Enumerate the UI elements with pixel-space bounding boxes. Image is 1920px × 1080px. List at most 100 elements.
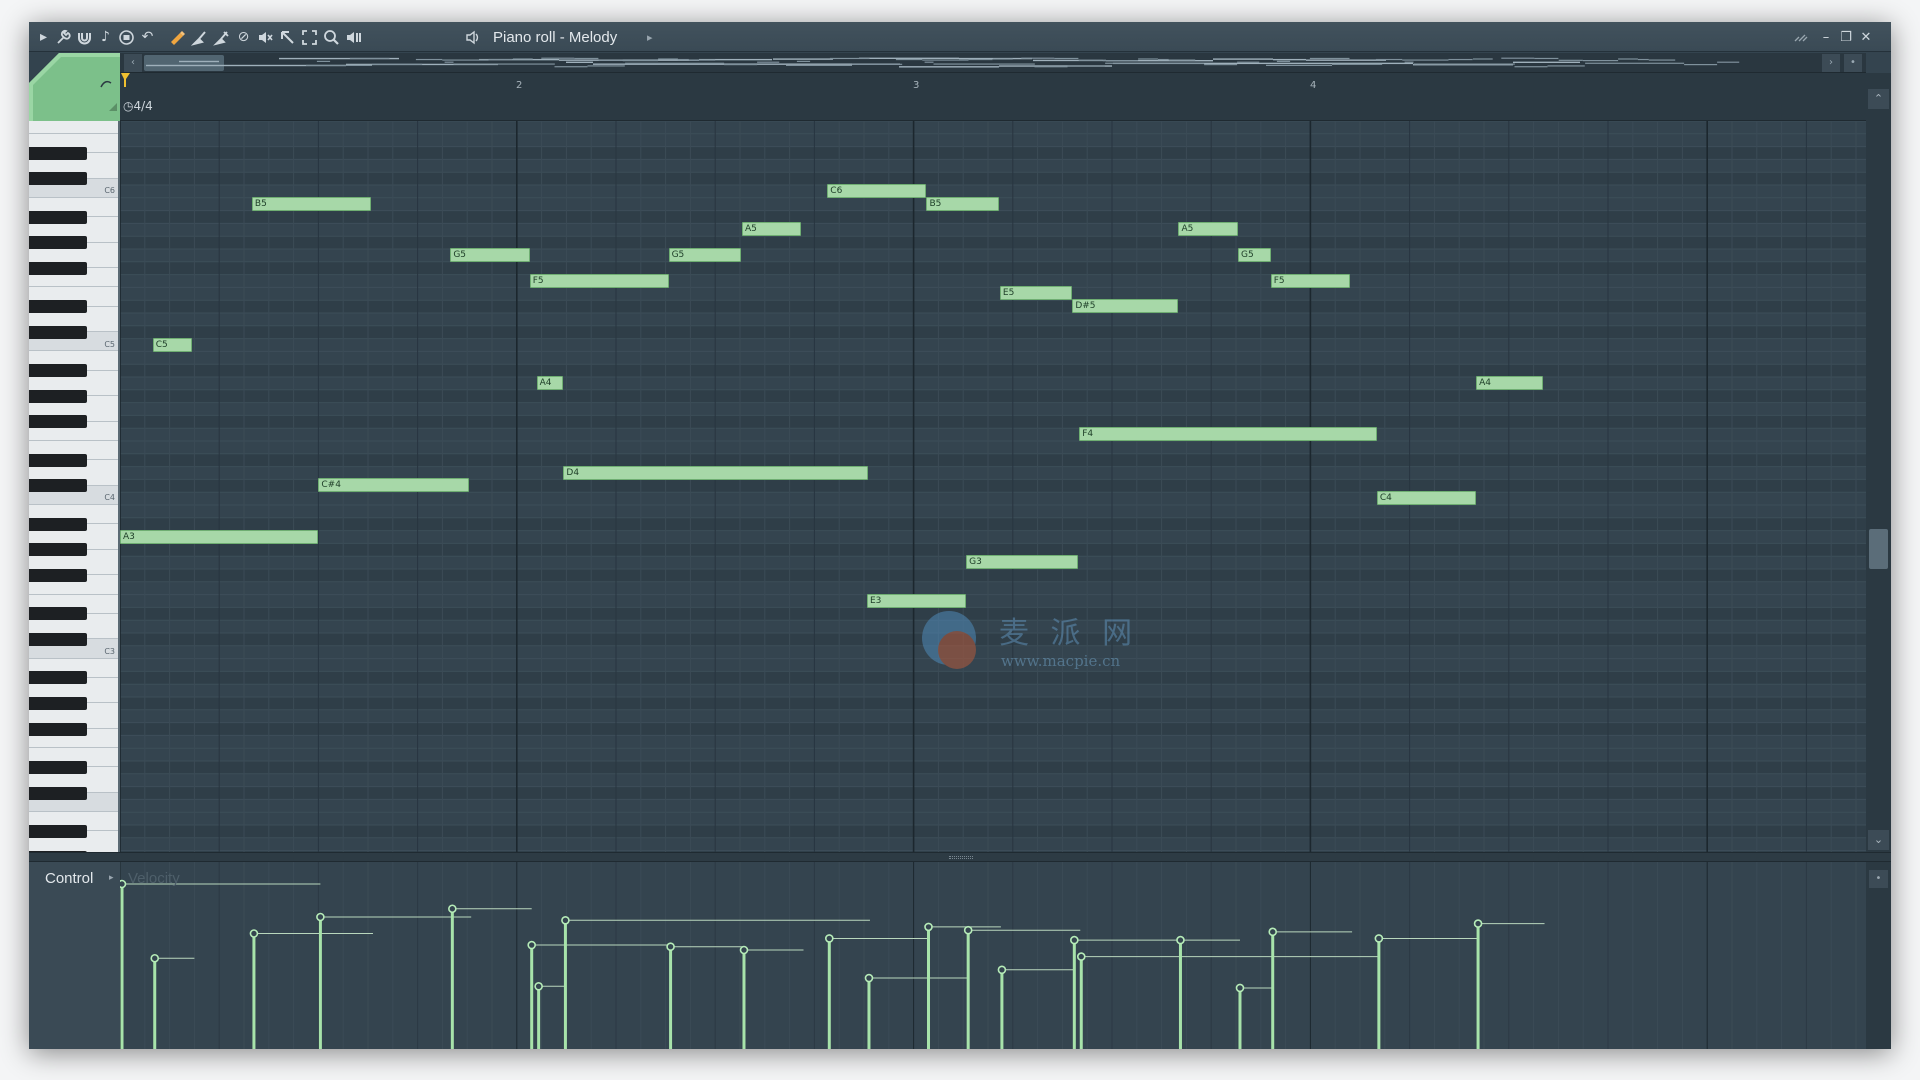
note-grid[interactable]: A3 C5 B5 C#4 G5 F5 A4 D4 G5 A5 C6 E3 B5 G3 E5 D#5 F4 A5 G5… (120, 121, 1866, 852)
black-key[interactable] (29, 236, 87, 250)
velocity-handle[interactable] (527, 940, 536, 950)
black-key[interactable] (29, 172, 87, 186)
note[interactable]: E5 (999, 286, 1073, 301)
black-key[interactable] (29, 517, 87, 531)
title-menu-arrow-icon[interactable]: ▸ (647, 29, 653, 46)
black-key[interactable] (29, 389, 87, 403)
black-key[interactable] (29, 146, 87, 160)
note[interactable]: C4 (1376, 491, 1477, 506)
velocity-handle[interactable] (666, 942, 675, 951)
black-key[interactable] (29, 697, 87, 710)
splitter-grip[interactable] (949, 856, 973, 859)
minimize-icon[interactable]: – (1818, 29, 1834, 46)
note[interactable]: E3 (866, 593, 967, 608)
black-key[interactable] (29, 633, 87, 646)
note-icon[interactable]: ♪ (97, 29, 114, 46)
note[interactable]: A5 (741, 222, 802, 237)
note[interactable]: F4 (1079, 427, 1377, 442)
note[interactable]: G3 (966, 555, 1079, 570)
panel-splitter[interactable] (29, 852, 1891, 862)
control-menu-arrow-icon[interactable]: ▸ (109, 873, 114, 883)
note[interactable]: D4 (563, 465, 868, 480)
note[interactable]: F5 (529, 273, 669, 288)
overview-scrollbar[interactable]: ‹ › • (120, 53, 1866, 73)
vertical-scrollbar[interactable]: ⌃ ⌄ (1866, 73, 1891, 852)
scroll-up-icon[interactable]: ⌃ (1868, 89, 1889, 109)
black-key[interactable] (29, 364, 87, 378)
note[interactable]: A3 (120, 529, 319, 544)
velocity-handle[interactable] (1268, 927, 1278, 937)
note[interactable]: A4 (1476, 376, 1543, 390)
note[interactable]: C5 (152, 337, 193, 352)
pencil-icon[interactable] (169, 29, 186, 46)
restore-icon[interactable]: ❐ (1838, 29, 1854, 46)
black-key[interactable] (29, 453, 87, 467)
brush-icon[interactable] (190, 29, 208, 46)
select-icon[interactable] (301, 29, 318, 46)
slip-icon[interactable] (279, 29, 296, 46)
scroll-left-icon[interactable]: ‹ (124, 54, 142, 72)
note[interactable]: B5 (251, 196, 371, 211)
time-signature[interactable]: ◷4/4 (123, 99, 153, 113)
note[interactable]: A4 (536, 376, 564, 390)
velocity-handle[interactable] (1235, 983, 1245, 993)
piano-keyboard[interactable]: C6 C5 C4 C3 (29, 121, 120, 852)
velocity-handle[interactable] (1076, 952, 1086, 961)
control-label[interactable]: Control (45, 870, 93, 887)
velocity-handle[interactable] (120, 879, 127, 889)
black-key[interactable] (29, 722, 87, 736)
black-key[interactable] (29, 300, 87, 314)
velocity-handle[interactable] (249, 929, 259, 938)
note[interactable]: D#5 (1072, 299, 1179, 314)
note[interactable]: A5 (1178, 222, 1238, 237)
velocity-handle[interactable] (924, 922, 933, 932)
velocity-handle[interactable] (739, 945, 749, 955)
velocity-handle[interactable] (1070, 935, 1079, 945)
black-key[interactable] (29, 261, 87, 275)
velocity-handle[interactable] (448, 904, 457, 914)
black-key[interactable] (29, 825, 87, 838)
note[interactable]: C#4 (318, 478, 470, 493)
black-key[interactable] (29, 210, 87, 224)
timeline[interactable]: 2 3 4 ◷4/4 (120, 73, 1866, 121)
control-options-icon[interactable]: • (1869, 870, 1888, 888)
black-key[interactable] (29, 671, 87, 685)
overview-menu-icon[interactable]: • (1844, 54, 1862, 72)
black-key[interactable] (29, 761, 87, 774)
velocity-handle[interactable] (1374, 934, 1384, 943)
record-icon[interactable] (118, 29, 135, 46)
velocity-handle[interactable] (963, 925, 973, 935)
velocity-handle[interactable] (997, 965, 1007, 975)
play-arrow-icon[interactable]: ▸ (35, 29, 52, 46)
black-key[interactable] (29, 786, 87, 800)
black-key[interactable] (29, 415, 87, 429)
song-position-marker[interactable] (121, 73, 131, 87)
note[interactable]: B5 (926, 196, 999, 211)
scroll-thumb[interactable] (1869, 529, 1888, 569)
speaker-mute-icon[interactable] (257, 29, 274, 46)
mute-icon[interactable]: ⊘ (235, 29, 252, 46)
speaker-icon[interactable] (465, 29, 482, 46)
velocity-handle[interactable] (824, 934, 834, 943)
velocity-handle[interactable] (1473, 919, 1483, 928)
window-title[interactable]: Piano roll - Melody (493, 29, 617, 46)
note[interactable]: G5 (1237, 248, 1271, 262)
black-key[interactable] (29, 479, 87, 493)
note[interactable]: F5 (1270, 273, 1351, 288)
delete-icon[interactable] (213, 29, 230, 46)
velocity-handle[interactable] (864, 973, 874, 983)
magnet-icon[interactable] (76, 29, 93, 46)
velocity-handle[interactable] (316, 912, 325, 922)
wrench-icon[interactable] (55, 29, 72, 46)
note[interactable]: C6 (827, 184, 927, 198)
scroll-right-icon[interactable]: › (1822, 54, 1840, 72)
black-key[interactable] (29, 607, 87, 621)
velocity-lane[interactable]: Velocity (120, 862, 1866, 1049)
velocity-handle[interactable] (1176, 935, 1185, 945)
scroll-down-icon[interactable]: ⌄ (1868, 830, 1889, 850)
close-icon[interactable]: ✕ (1858, 29, 1874, 46)
velocity-handle[interactable] (534, 982, 543, 991)
white-key[interactable] (29, 121, 118, 134)
playback-icon[interactable] (345, 29, 362, 46)
black-key[interactable] (29, 543, 87, 557)
